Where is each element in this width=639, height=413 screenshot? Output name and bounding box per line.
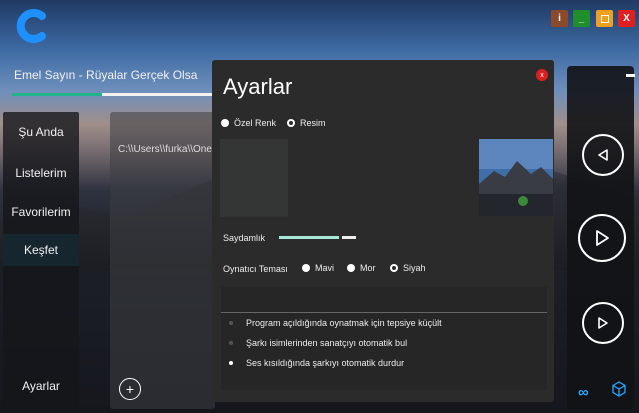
- sidebar-item-now[interactable]: Şu Anda: [3, 116, 79, 148]
- radio-theme-black[interactable]: Siyah: [390, 263, 426, 273]
- repeat-infinity-icon[interactable]: ∞: [578, 384, 589, 401]
- radio-label: Mor: [360, 263, 376, 273]
- progress-fill: [12, 93, 102, 96]
- sidebar: Şu Anda Listelerim Favorilerim Keşfet Ay…: [3, 112, 79, 409]
- next-button[interactable]: [582, 302, 624, 344]
- option-auto-pause[interactable]: Ses kısıldığında şarkıyı otomatik durdur: [229, 358, 404, 368]
- previous-icon: [598, 149, 608, 161]
- sidebar-item-lists[interactable]: Listelerim: [3, 157, 79, 189]
- minimize-label: _: [578, 13, 585, 24]
- now-playing-title: Emel Sayın - Rüyalar Gerçek Olsa: [14, 68, 198, 82]
- panel-handle-icon[interactable]: [626, 74, 635, 77]
- cube-shuffle-icon[interactable]: [611, 381, 627, 397]
- radio-label: Özel Renk: [234, 118, 277, 128]
- maximize-button[interactable]: [596, 10, 613, 27]
- transparency-slider[interactable]: [279, 236, 339, 239]
- radio-selected-icon: [287, 119, 295, 127]
- radio-theme-blue[interactable]: Mavi: [302, 263, 334, 273]
- color-preview[interactable]: [220, 139, 288, 217]
- info-button[interactable]: i: [551, 10, 568, 27]
- info-label: i: [558, 13, 561, 24]
- library-panel: [110, 112, 215, 409]
- radio-label: Siyah: [403, 263, 426, 273]
- background-thumbnail[interactable]: [479, 139, 553, 216]
- dialog-close-button[interactable]: x: [536, 69, 548, 81]
- play-icon: [596, 230, 609, 246]
- radio-custom-color[interactable]: Özel Renk: [221, 118, 276, 128]
- radio-label: Resim: [300, 118, 326, 128]
- option-bullet-icon: [229, 361, 233, 365]
- theme-label: Oynatıcı Teması: [223, 264, 288, 274]
- add-button[interactable]: +: [119, 378, 141, 400]
- radio-icon: [221, 119, 229, 127]
- options-divider: [221, 312, 547, 313]
- dialog-close-label: x: [540, 71, 544, 79]
- option-bullet-icon: [229, 321, 233, 325]
- sidebar-item-settings[interactable]: Ayarlar: [3, 370, 79, 402]
- minimize-button[interactable]: _: [573, 10, 590, 27]
- mountain-thumbnail-icon: [479, 139, 553, 216]
- radio-image[interactable]: Resim: [287, 118, 326, 128]
- app-logo-icon: [16, 9, 46, 43]
- radio-label: Mavi: [315, 263, 335, 273]
- option-label: Ses kısıldığında şarkıyı otomatik durdur: [246, 358, 405, 368]
- maximize-icon: [600, 14, 609, 23]
- option-auto-artist[interactable]: Şarkı isimlerinden sanatçıyı otomatik bu…: [229, 338, 407, 348]
- sidebar-item-favorites[interactable]: Favorilerim: [3, 196, 79, 228]
- close-button[interactable]: X: [618, 10, 635, 27]
- sidebar-item-label: Şu Anda: [18, 125, 64, 139]
- radio-icon: [347, 264, 355, 272]
- sidebar-item-label: Favorilerim: [11, 205, 71, 219]
- sidebar-item-discover[interactable]: Keşfet: [3, 234, 79, 266]
- play-button[interactable]: [578, 214, 626, 262]
- option-label: Program açıldığında oynatmak için tepsiy…: [246, 318, 442, 328]
- option-minimize-to-tray[interactable]: Program açıldığında oynatmak için tepsiy…: [229, 318, 442, 328]
- option-bullet-icon: [229, 341, 233, 345]
- sidebar-item-label: Ayarlar: [22, 379, 60, 393]
- transparency-label: Saydamlık: [223, 233, 266, 243]
- radio-selected-icon: [390, 264, 398, 272]
- radio-icon: [302, 264, 310, 272]
- radio-theme-purple[interactable]: Mor: [347, 263, 376, 273]
- sidebar-item-label: Listelerim: [15, 166, 67, 180]
- previous-button[interactable]: [582, 134, 624, 176]
- next-icon: [598, 317, 608, 329]
- plus-icon: +: [125, 381, 135, 397]
- transparency-slider-thumb[interactable]: [342, 236, 356, 239]
- sidebar-item-label: Keşfet: [23, 243, 59, 257]
- option-label: Şarkı isimlerinden sanatçıyı otomatik bu…: [246, 338, 408, 348]
- progress-bar[interactable]: [12, 93, 212, 96]
- folder-path: C:\\Users\\furka\\OneD: [118, 144, 220, 155]
- dialog-title: Ayarlar: [223, 74, 293, 99]
- close-label: X: [623, 13, 630, 24]
